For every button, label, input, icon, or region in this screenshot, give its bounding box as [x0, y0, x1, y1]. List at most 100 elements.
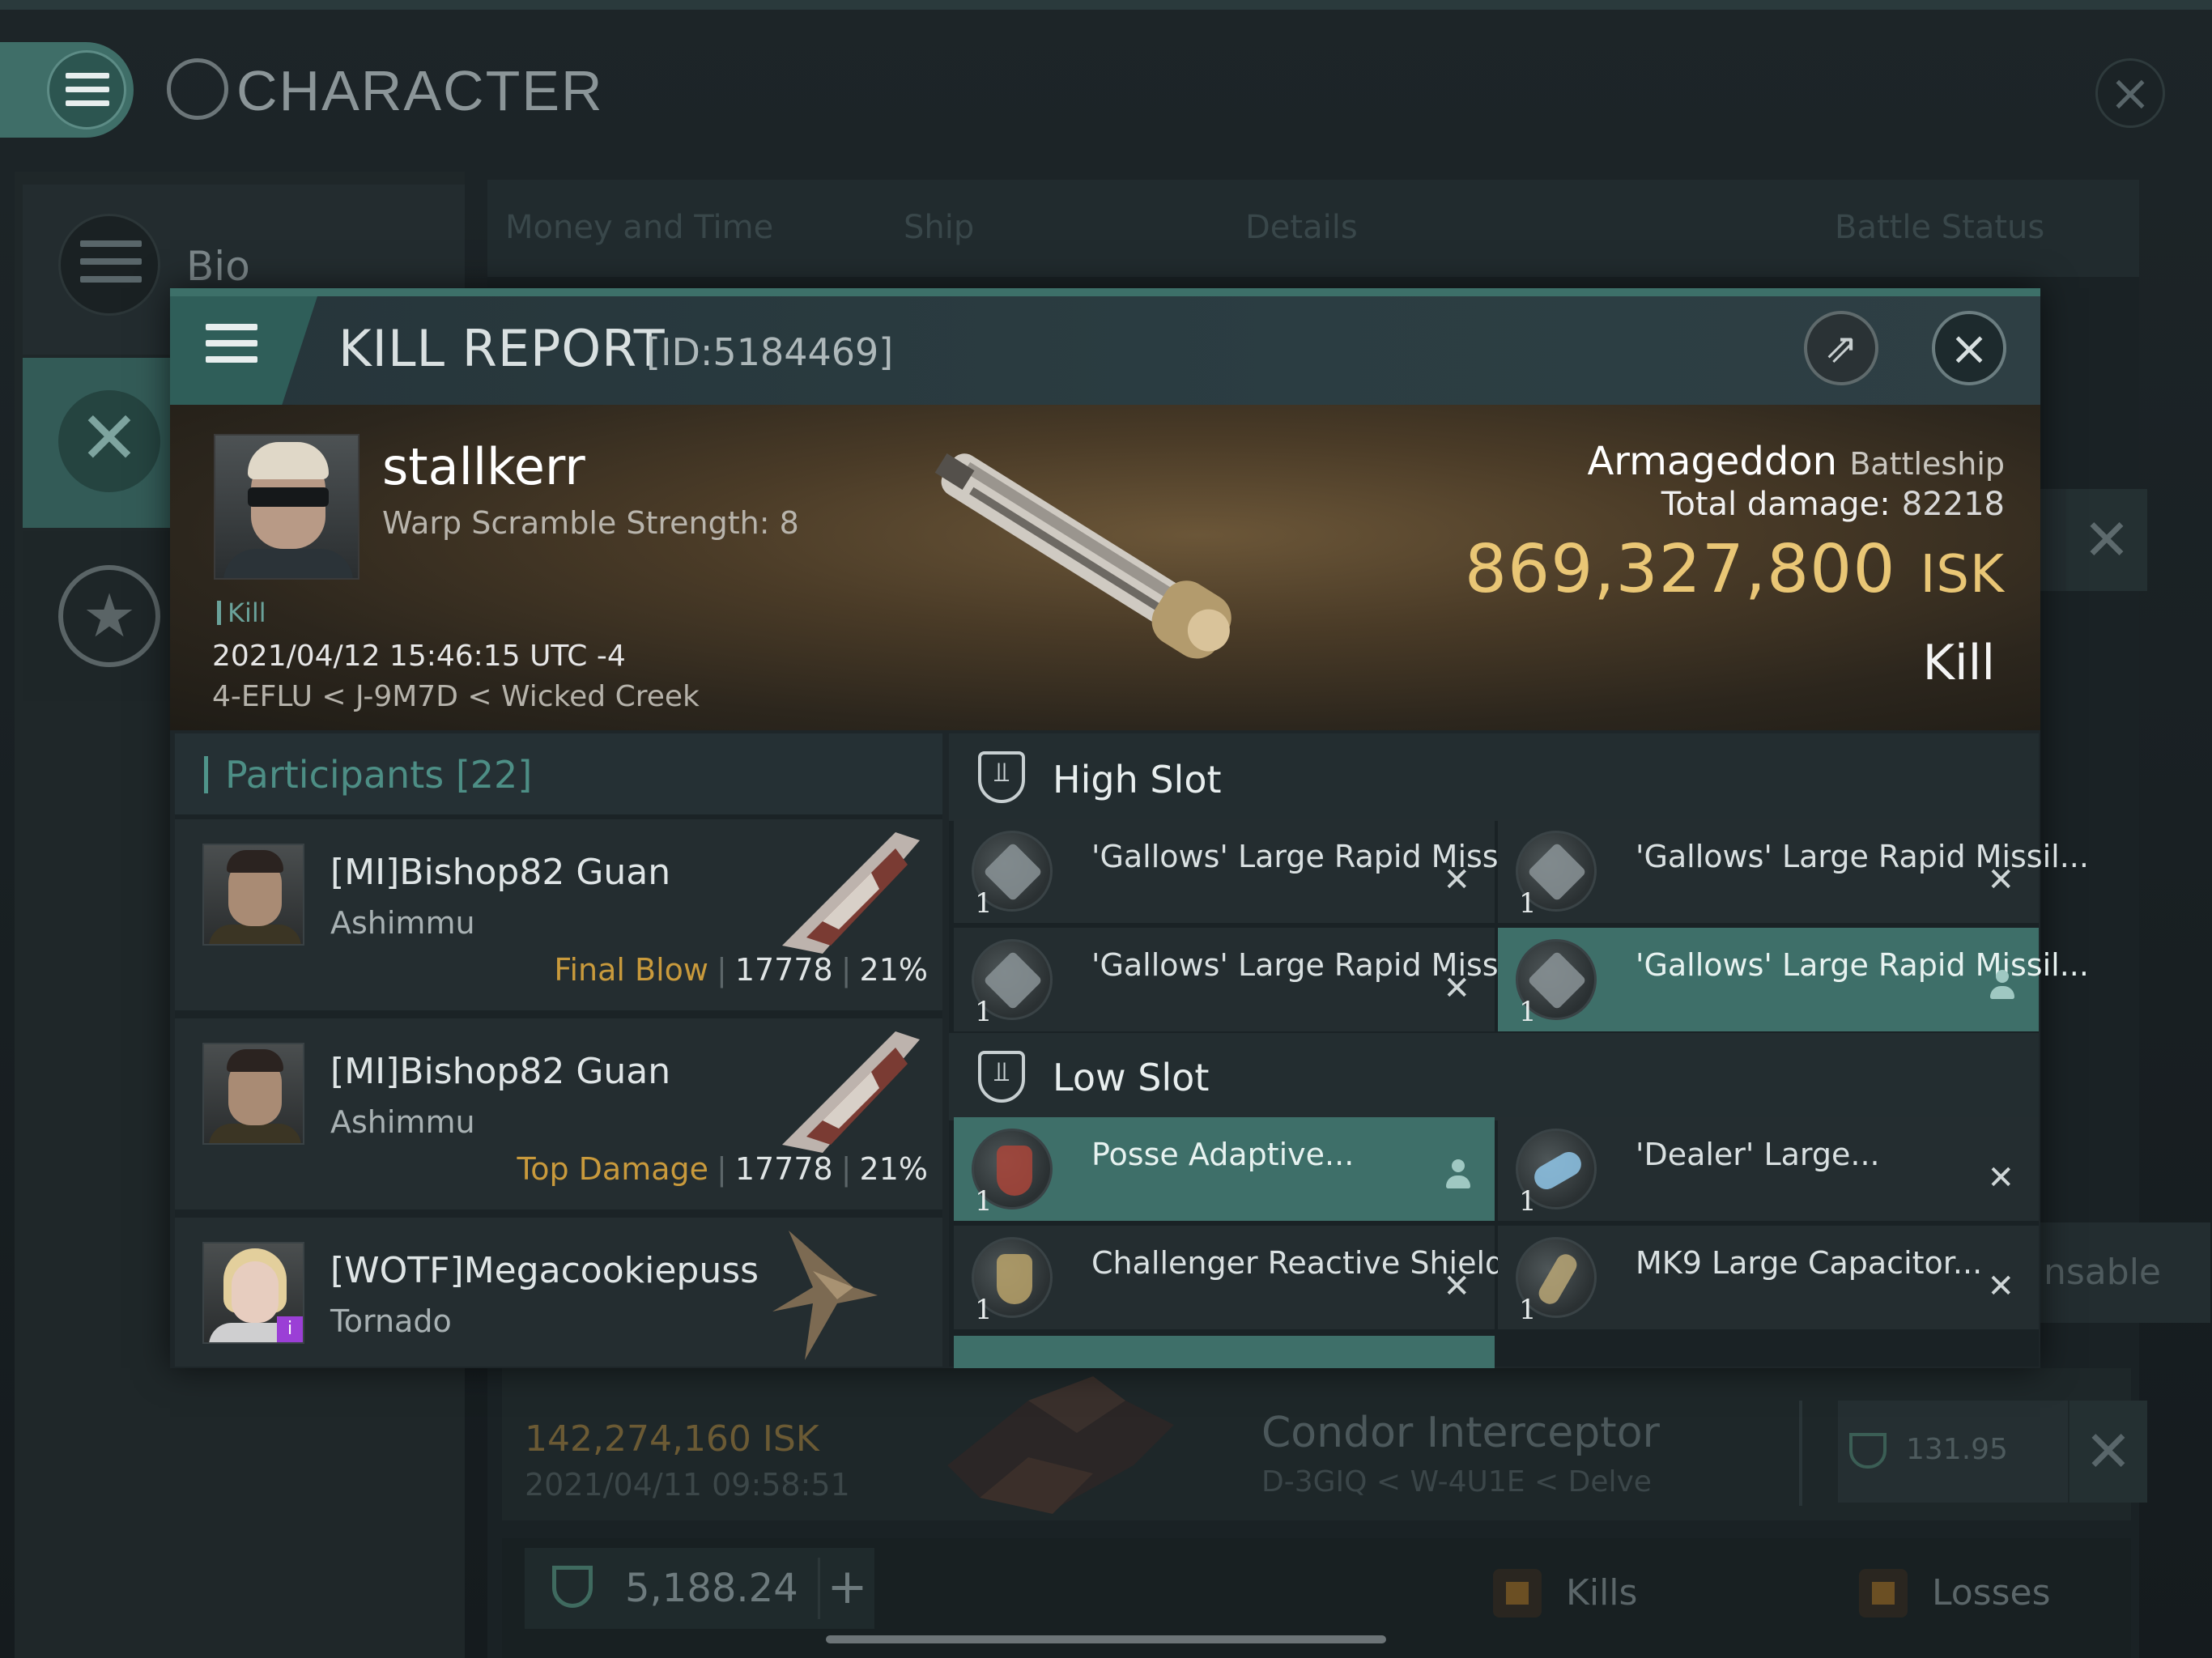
share-icon[interactable]: ⇗: [1804, 311, 1878, 385]
destroyed-icon: ✕: [1987, 861, 2014, 899]
dialog-title: KILL REPORT: [338, 319, 666, 378]
sidebar-item-label: Bio: [186, 243, 250, 290]
dropped-icon: [1446, 1159, 1470, 1192]
kill-location[interactable]: 4-EFLU < J-9M7D < Wicked Creek: [212, 680, 700, 713]
module-name: Posse Adaptive...: [1091, 1137, 1355, 1172]
ship-name: Armageddon: [1587, 439, 1838, 484]
module-name: 'Gallows' Large Rapid Missil...: [1091, 839, 1545, 874]
participant-row[interactable]: [MI]Bishop82 Guan Ashimmu Top Damage | 177…: [175, 1018, 942, 1209]
destroyed-icon: ✕: [1443, 1268, 1470, 1305]
module-name: 'Gallows' Large Rapid Missil...: [1636, 839, 2089, 874]
module-name: MK9 Large Capacitor...: [1636, 1245, 1983, 1281]
participants-label: Participants: [225, 753, 445, 797]
top-damage-tag: Top Damage: [517, 1151, 709, 1187]
victim-name[interactable]: stallkerr: [382, 437, 585, 496]
module-slot[interactable]: 'Gallows' Large Rapid Missil... 1 ✕: [954, 819, 1545, 923]
wrench-icon[interactable]: ✕: [2069, 1401, 2147, 1503]
ship-class: Battleship: [1849, 446, 2005, 482]
result-label: Kill: [1922, 635, 1995, 691]
module-quantity: 1: [975, 1185, 993, 1218]
participant-stats: Top Damage | 17778 | 21%: [517, 1151, 928, 1187]
tab-details[interactable]: Details: [1245, 209, 1358, 246]
close-icon[interactable]: ×: [2095, 58, 2165, 128]
module-slot[interactable]: 'Dealer' Large... 1 ✕: [1498, 1117, 2039, 1221]
module-quantity: 1: [975, 996, 993, 1028]
list-icon: [58, 214, 160, 316]
menu-icon: [47, 50, 126, 130]
losses-checkbox[interactable]: [1859, 1569, 1908, 1618]
damage-label: Total damage:: [1661, 486, 1891, 523]
insurable-label: nsable: [2040, 1222, 2210, 1323]
module-name: 'Gallows' Large Rapid Missil...: [1636, 947, 2089, 983]
row-isk: 142,274,160 ISK: [525, 1418, 819, 1460]
module-slot[interactable]: 'Gallows' Large Rapid Missil... 1 ✕: [954, 928, 1545, 1031]
participant-ship: Ashimmu: [330, 905, 475, 941]
victim-ship[interactable]: Armageddon Battleship: [1587, 439, 2005, 484]
row-date: 2021/04/11 09:58:51: [525, 1467, 850, 1503]
tab-battle-status[interactable]: Battle Status: [1835, 209, 2044, 246]
close-icon[interactable]: ×: [1932, 311, 2006, 385]
victim-ship-image: [934, 453, 1231, 659]
isk-value: 869,327,800 ISK: [1465, 531, 2005, 608]
module-name: 'Dealer' Large...: [1636, 1137, 1880, 1172]
divider: [1799, 1401, 1802, 1506]
final-blow-tag: Final Blow: [554, 952, 709, 988]
module-slot[interactable]: 'Gallows' Large Rapid Missil... 1 ✕: [1498, 819, 2089, 923]
module-name: 'Gallows' Large Rapid Missil...: [1091, 947, 1545, 983]
menu-icon: [206, 324, 257, 372]
row-ship-name: Condor Interceptor: [1261, 1409, 1660, 1457]
module-slot-partial[interactable]: [954, 1336, 1495, 1368]
destroyed-icon: ✕: [1987, 1268, 2014, 1305]
module-quantity: 1: [1519, 1294, 1537, 1326]
participant-row[interactable]: i [WOTF]Megacookiepuss Tornado: [175, 1218, 942, 1367]
victim-avatar[interactable]: [214, 434, 359, 580]
module-quantity: 1: [1519, 996, 1537, 1028]
participant-avatar: [202, 844, 304, 946]
damage-value: 82218: [1901, 486, 2005, 523]
row-location: D-3GIQ < W-4U1E < Delve: [1261, 1465, 1652, 1499]
isk-icon: [1849, 1433, 1887, 1469]
high-slot-title: High Slot: [1053, 758, 1222, 801]
participant-avatar: [202, 1043, 304, 1145]
main-menu-button[interactable]: [0, 42, 134, 138]
tab-money-and-time[interactable]: Money and Time: [505, 209, 773, 246]
participant-row[interactable]: [MI]Bishop82 Guan Ashimmu Final Blow | 177…: [175, 819, 942, 1010]
low-slot-title: Low Slot: [1053, 1056, 1210, 1099]
wallet-balance: 5,188.24: [625, 1566, 798, 1611]
module-quantity: 1: [1519, 1185, 1537, 1218]
module-slot[interactable]: Posse Adaptive... 1: [954, 1117, 1495, 1221]
participants-count: [22]: [455, 753, 533, 797]
module-slot[interactable]: MK9 Large Capacitor... 1 ✕: [1498, 1226, 2039, 1329]
info-badge: i: [277, 1316, 303, 1342]
star-icon: ★: [58, 565, 160, 667]
destroyed-icon: ✕: [1987, 1159, 2014, 1197]
tab-ship[interactable]: Ship: [904, 209, 974, 246]
dropped-icon: [1990, 970, 2014, 1002]
module-slot[interactable]: Challenger Reactive Shield... 1 ✕: [954, 1226, 1534, 1329]
destroyed-icon: ✕: [1443, 861, 1470, 899]
character-icon: [167, 58, 228, 120]
wallet: 5,188.24 +: [525, 1548, 874, 1629]
isk-amount: 869,327,800: [1464, 531, 1896, 608]
participants-title: Participants [22]: [225, 753, 532, 797]
page-title: CHARACTER: [236, 59, 604, 122]
module-slot[interactable]: 'Gallows' Large Rapid Missil... 1: [1498, 928, 2089, 1031]
module-quantity: 1: [1519, 887, 1537, 920]
participant-damage: 17778: [734, 1151, 833, 1187]
home-indicator: [826, 1635, 1386, 1643]
participant-percent: 21%: [859, 952, 928, 988]
participant-name: [WOTF]Megacookiepuss: [330, 1250, 759, 1291]
participant-ship-image: [782, 1031, 920, 1153]
add-isk-button[interactable]: +: [818, 1558, 874, 1619]
participant-ship-image: [782, 832, 920, 954]
wrench-icon[interactable]: ✕: [2066, 489, 2147, 591]
participant-name: [MI]Bishop82 Guan: [330, 852, 671, 893]
kill-tag: Kill: [217, 597, 266, 628]
total-damage: Total damage: 82218: [1661, 486, 2005, 523]
warp-scramble-strength: Warp Scramble Strength: 8: [382, 505, 799, 541]
kills-checkbox[interactable]: [1493, 1569, 1542, 1618]
high-slot-icon: [978, 751, 1025, 803]
dialog-accent: [170, 288, 2040, 296]
isk-icon: [552, 1566, 593, 1608]
participant-percent: 21%: [859, 1151, 928, 1187]
